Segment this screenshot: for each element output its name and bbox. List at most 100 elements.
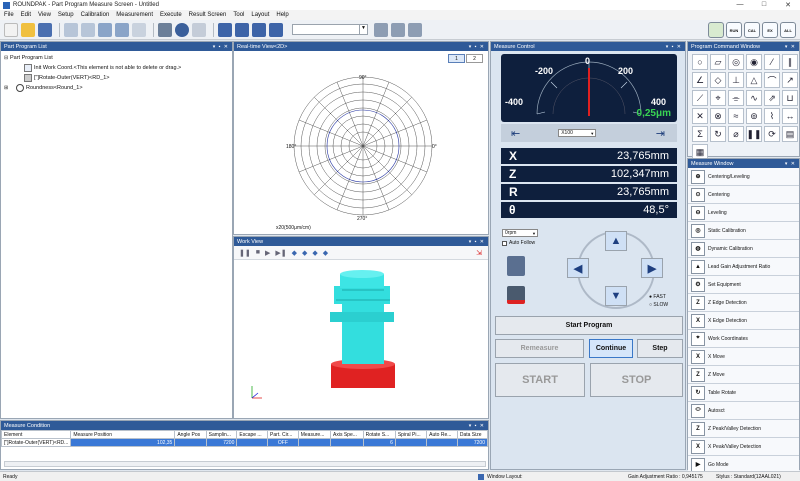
position-command-icon[interactable]: ⌖	[710, 90, 726, 106]
roughness-command-icon[interactable]: ⌇	[764, 108, 780, 124]
measure-item-autosct[interactable]: ⬭ Autosct	[688, 402, 799, 420]
menu-help[interactable]: Help	[276, 12, 288, 18]
table-cell[interactable]: ["]Rotate-Outer(VERT)<RD...	[0, 438, 72, 447]
column-header[interactable]: Data Size	[456, 430, 489, 439]
speed-select[interactable]: 0rpm ▼	[502, 229, 538, 237]
all-tool-icon[interactable]: ALL	[780, 22, 796, 38]
table-cell[interactable]: 7200	[456, 438, 489, 447]
measure-item-table-rotate[interactable]: ↻ Table Rotate	[688, 384, 799, 402]
layout-4-icon[interactable]	[269, 22, 283, 37]
measure-item-leveling[interactable]: ⊖ Leveling	[688, 204, 799, 222]
jog-left-button[interactable]: ◀	[567, 258, 589, 278]
info-icon[interactable]	[175, 22, 189, 37]
rotate-command-icon[interactable]: ↻	[710, 126, 726, 142]
print-icon[interactable]	[158, 22, 172, 37]
column-header[interactable]: Part. Cir...	[267, 430, 299, 439]
cross-section-command-icon[interactable]: ⊗	[710, 108, 726, 124]
pause-command-icon[interactable]: ❚❚	[746, 126, 762, 142]
measure-item-lead-gain[interactable]: ▲ Lead Gain Adjustment Ratio	[688, 258, 799, 276]
table-cell[interactable]: OFF	[267, 438, 299, 447]
cylinder-command-icon[interactable]: ◉	[746, 54, 762, 70]
panel-pin-icon[interactable]: ▾ ▪ ✕	[213, 44, 229, 50]
table-cell[interactable]	[426, 438, 458, 447]
measure-item-set-equipment[interactable]: ⚙ Set Equipment	[688, 276, 799, 294]
measure-item-dynamic-calibration[interactable]: ◍ Dynamic Calibration	[688, 240, 799, 258]
table-cell[interactable]: 7200	[205, 438, 238, 447]
column-header[interactable]: Measure...	[297, 430, 332, 439]
delete-icon[interactable]	[132, 22, 146, 37]
menu-calibration[interactable]: Calibration	[81, 12, 110, 18]
redo-icon[interactable]	[81, 22, 95, 37]
checkbox-box[interactable]	[502, 240, 507, 246]
table-cell[interactable]	[236, 438, 269, 447]
maximize-button[interactable]: □	[752, 1, 776, 9]
expand-icon[interactable]: ⊞	[4, 85, 10, 91]
pause-icon[interactable]: ❚❚	[239, 249, 251, 257]
magnification-select[interactable]: X100 ▼	[558, 129, 597, 137]
save-icon[interactable]	[38, 22, 52, 37]
fast-radio[interactable]: ● FAST	[649, 294, 666, 300]
report-icon[interactable]	[408, 22, 422, 37]
symmetry-command-icon[interactable]: ⌯	[728, 90, 744, 106]
line-command-icon[interactable]: ⁄	[764, 54, 780, 70]
run-tool-icon[interactable]: RUN	[726, 22, 742, 38]
layout-3-icon[interactable]	[252, 22, 266, 37]
step-icon[interactable]: ▶❚	[275, 249, 286, 257]
angle-command-icon[interactable]: ∠	[692, 72, 708, 88]
open-folder-icon[interactable]	[21, 22, 35, 37]
column-header[interactable]: Samplin...	[205, 430, 238, 439]
table-cell[interactable]	[330, 438, 364, 447]
panel-pin-icon[interactable]: ▾ ▪ ✕	[469, 44, 485, 50]
stop-button[interactable]: STOP	[590, 363, 683, 397]
slow-radio[interactable]: ○ SLOW	[649, 302, 668, 308]
close-button[interactable]: ✕	[776, 1, 800, 9]
reset-view-icon[interactable]: ⇲	[476, 249, 482, 257]
export-icon[interactable]	[391, 22, 405, 37]
rotation-table-icon[interactable]	[507, 286, 525, 304]
measure-item-z-edge[interactable]: ZZ Edge Detection	[688, 294, 799, 312]
jog-down-button[interactable]: ▼	[605, 286, 627, 306]
panel-pin-icon[interactable]: ▾ ▪ ✕	[469, 239, 485, 245]
menu-execute[interactable]: Execute	[160, 12, 182, 18]
copy-icon[interactable]	[98, 22, 112, 37]
panel-pin-icon[interactable]: ▾ ✕	[785, 44, 796, 50]
runout-command-icon[interactable]: ↗	[782, 72, 798, 88]
minimize-button[interactable]: —	[728, 1, 752, 9]
menu-tool[interactable]: Tool	[233, 12, 244, 18]
ex-tool-icon[interactable]: EX	[762, 22, 778, 38]
view-side-icon[interactable]: ◆	[312, 249, 317, 257]
layout-combo[interactable]: ▼	[292, 24, 368, 35]
flatness-command-icon[interactable]: ◇	[710, 72, 726, 88]
tree-item[interactable]: Init Work Coord.<This element is not abl…	[4, 63, 229, 73]
step-button[interactable]: Step	[637, 339, 683, 358]
measure-item-x-move[interactable]: XX Move	[688, 348, 799, 366]
start-button[interactable]: START	[495, 363, 585, 397]
wave-command-icon[interactable]: ≈	[728, 108, 744, 124]
table-row[interactable]: ["]Rotate-Outer(VERT)<RD... 102,35 7200 …	[0, 438, 489, 447]
parallel-command-icon[interactable]: ∥	[782, 54, 798, 70]
tree-item[interactable]: ["]Rotate-Outer(VERT)<RD_1>	[4, 73, 229, 83]
cal-tool-icon[interactable]: CAL	[744, 22, 760, 38]
mag-increase-icon[interactable]: ⇥	[656, 127, 665, 140]
table-cell[interactable]: 6	[362, 438, 396, 447]
perpendicular-command-icon[interactable]: ⊥	[728, 72, 744, 88]
view-3d-icon[interactable]: ◆	[292, 249, 297, 257]
new-file-icon[interactable]	[4, 22, 18, 37]
layout-2-icon[interactable]	[235, 22, 249, 37]
column-header[interactable]: Angle Pos	[174, 430, 207, 439]
measure-item-static-calibration[interactable]: ◎ Static Calibration	[688, 222, 799, 240]
column-header[interactable]: Axis Spe...	[330, 430, 364, 439]
view-top-icon[interactable]: ◆	[323, 249, 328, 257]
loop-command-icon[interactable]: ⟳	[764, 126, 780, 142]
slope-command-icon[interactable]: ⟋	[692, 90, 708, 106]
column-header[interactable]: Rotate S...	[362, 430, 396, 439]
menu-edit[interactable]: Edit	[21, 12, 31, 18]
plane-command-icon[interactable]: ▱	[710, 54, 726, 70]
measure-item-centering-leveling[interactable]: ⊕ Centering/Leveling	[688, 168, 799, 186]
table-cell[interactable]: 102,35	[70, 438, 176, 447]
curve-command-icon[interactable]: ∿	[746, 90, 762, 106]
jog-up-button[interactable]: ▲	[605, 231, 627, 251]
view-front-icon[interactable]: ◆	[302, 249, 307, 257]
measure-item-z-peak[interactable]: ZZ Peak/Valley Detection	[688, 420, 799, 438]
table-cell[interactable]	[174, 438, 207, 447]
